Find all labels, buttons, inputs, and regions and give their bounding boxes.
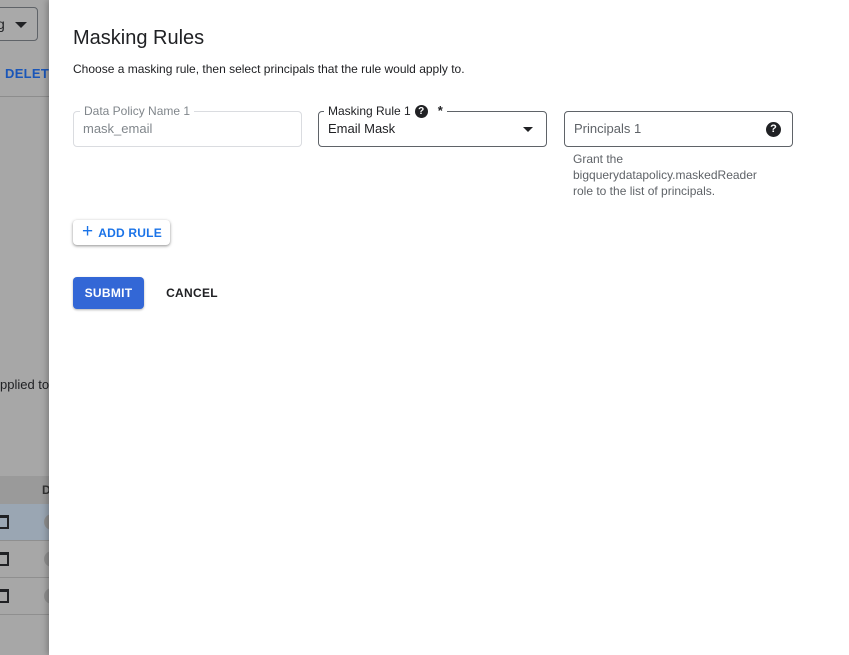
data-policy-name-value: mask_email bbox=[83, 121, 153, 136]
masking-rule-label: Masking Rule 1 ? * bbox=[324, 103, 447, 119]
chevron-down-icon bbox=[15, 22, 27, 28]
required-marker: * bbox=[437, 103, 443, 118]
help-icon[interactable]: ? bbox=[414, 104, 428, 118]
background-dropdown-text: g bbox=[0, 16, 5, 32]
masking-rules-panel: Masking Rules Choose a masking rule, the… bbox=[49, 0, 849, 655]
cancel-button[interactable]: CANCEL bbox=[156, 277, 228, 309]
row-icon bbox=[0, 515, 9, 529]
background-text: pplied to bbox=[0, 377, 50, 392]
masking-rule-label-text: Masking Rule 1 bbox=[328, 104, 411, 118]
data-policy-name-label: Data Policy Name 1 bbox=[80, 103, 195, 119]
help-icon[interactable]: ? bbox=[766, 122, 781, 137]
add-rule-label: ADD RULE bbox=[98, 225, 162, 240]
masking-rule-value: Email Mask bbox=[328, 121, 396, 136]
principals-hint: Grant the bigquerydatapolicy.maskedReade… bbox=[573, 152, 757, 198]
add-rule-button[interactable]: + ADD RULE bbox=[73, 220, 170, 245]
chevron-down-icon[interactable] bbox=[523, 127, 533, 132]
panel-description: Choose a masking rule, then select princ… bbox=[73, 62, 465, 76]
data-policy-name-label-text: Data Policy Name 1 bbox=[84, 104, 191, 118]
plus-icon: + bbox=[82, 221, 94, 242]
page-title: Masking Rules bbox=[73, 27, 205, 49]
submit-button[interactable]: SUBMIT bbox=[73, 277, 144, 309]
row-icon bbox=[0, 589, 9, 603]
data-policy-name-field[interactable]: Data Policy Name 1 mask_email bbox=[73, 103, 302, 147]
masking-rule-select[interactable]: Masking Rule 1 ? * Email Mask bbox=[318, 103, 547, 147]
row-icon bbox=[0, 552, 9, 566]
principals-placeholder: Principals 1 bbox=[574, 121, 642, 136]
principals-input[interactable]: Principals 1 ? bbox=[564, 111, 793, 147]
background-dropdown: g bbox=[0, 7, 38, 41]
